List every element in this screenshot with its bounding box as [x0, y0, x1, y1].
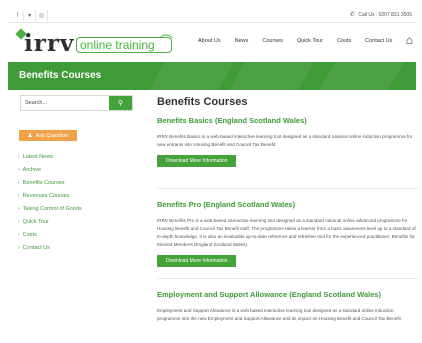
banner-title: Benefits Courses — [19, 70, 102, 81]
course-title[interactable]: Benefits Pro (England Scotland Wales) — [157, 200, 419, 209]
nav-quick-tour[interactable]: Quick Tour — [297, 38, 323, 44]
sidebar-item-benefits-courses[interactable]: › Benefits Courses — [18, 177, 82, 190]
course-item: Benefits Basics (England Scotland Wales)… — [157, 116, 419, 167]
ask-question-label: Ask Question — [35, 132, 69, 139]
sidebar-item-label: Contact Us — [22, 245, 50, 251]
nav-about-us[interactable]: About Us — [198, 38, 221, 44]
chevron-right-icon: › — [18, 232, 20, 238]
sidebar-item-latest-news[interactable]: › Latest News — [18, 151, 82, 164]
search-button[interactable]: ⚲ — [109, 96, 132, 110]
site-header: irrv online training ⌒ About Us News Cou… — [8, 24, 416, 61]
home-icon[interactable]: ⌂ — [406, 33, 413, 47]
search-icon: ⚲ — [117, 100, 124, 107]
download-info-button[interactable]: Download More Information — [157, 155, 237, 167]
chevron-right-icon: › — [18, 245, 20, 251]
sidebar-item-label: Costs — [22, 232, 37, 238]
twitter-icon[interactable]: ♥ — [24, 10, 36, 21]
call-us: ✆ Call Us : 0207 831 3505 — [350, 11, 412, 18]
social-links: f ♥ ◎ — [12, 10, 48, 21]
sidebar-item-costs[interactable]: › Costs — [18, 229, 82, 242]
chevron-right-icon: › — [18, 193, 20, 199]
sidebar-item-archive[interactable]: › Archive — [18, 164, 82, 177]
course-description: IRRV Benefits Pro is a web-based interac… — [157, 218, 416, 247]
course-item: Benefits Pro (England Scotland Wales) IR… — [157, 200, 419, 267]
sidebar-item-label: Latest News — [22, 154, 53, 160]
sidebar-item-label: Archive — [22, 167, 42, 173]
main-nav: About Us News Courses Quick Tour Costs C… — [198, 38, 406, 44]
course-item: Employment and Support Allowance (Englan… — [157, 290, 419, 323]
mortarboard-icon: ⌒ — [159, 34, 173, 49]
divider — [157, 278, 419, 279]
download-info-button[interactable]: Download More Information — [157, 255, 237, 267]
nav-contact-us[interactable]: Contact Us — [365, 38, 392, 44]
logo-sub-label: online training — [80, 38, 155, 52]
site-logo[interactable]: irrv online training ⌒ — [14, 28, 174, 58]
course-description: Employment and Support Allowance is a we… — [157, 308, 403, 321]
page-title: Benefits Courses — [157, 96, 248, 108]
chevron-right-icon: › — [18, 180, 20, 186]
sidebar: Search... ⚲ ♟ Ask Question › Latest News … — [8, 90, 145, 343]
divider — [157, 188, 419, 189]
banner-decoration — [132, 62, 244, 90]
instagram-icon[interactable]: ◎ — [36, 10, 48, 21]
sidebar-item-taking-control-of-goods[interactable]: › Taking Control of Goods — [18, 203, 82, 216]
call-us-text: Call Us : 0207 831 3505 — [358, 12, 412, 18]
banner-decoration — [302, 62, 414, 90]
search-input[interactable]: Search... — [25, 100, 47, 106]
sidebar-item-label: Taking Control of Goods — [22, 206, 82, 212]
chevron-right-icon: › — [18, 206, 20, 212]
logo-main-text: irrv — [24, 30, 75, 57]
sidebar-links: › Latest News › Archive › Benefits Courses … — [18, 151, 82, 255]
sidebar-item-label: Revenues Courses — [22, 193, 70, 199]
logo-sub-text: online training ⌒ — [76, 34, 173, 53]
chevron-right-icon: › — [18, 167, 20, 173]
nav-news[interactable]: News — [235, 38, 249, 44]
main-content: Benefits Courses Benefits Basics (Englan… — [157, 92, 419, 343]
course-title[interactable]: Benefits Basics (England Scotland Wales) — [157, 116, 419, 125]
facebook-icon[interactable]: f — [12, 10, 24, 21]
nav-courses[interactable]: Courses — [262, 38, 282, 44]
chevron-right-icon: › — [18, 219, 20, 225]
search-box: Search... ⚲ — [20, 95, 133, 111]
course-description: IRRV Benefits Basics is a web-based inte… — [157, 134, 413, 147]
sidebar-item-quick-tour[interactable]: › Quick Tour — [18, 216, 82, 229]
sidebar-item-label: Quick Tour — [22, 219, 49, 225]
page-banner: Benefits Courses — [8, 62, 416, 90]
nav-costs[interactable]: Costs — [337, 38, 351, 44]
top-utility-bar: f ♥ ◎ ✆ Call Us : 0207 831 3505 — [8, 8, 416, 23]
course-title[interactable]: Employment and Support Allowance (Englan… — [157, 290, 419, 299]
sidebar-item-label: Benefits Courses — [22, 180, 65, 186]
ask-question-button[interactable]: ♟ Ask Question — [19, 130, 77, 141]
chevron-right-icon: › — [18, 154, 20, 160]
user-icon: ♟ — [27, 132, 33, 139]
phone-icon: ✆ — [349, 12, 355, 18]
sidebar-item-contact-us[interactable]: › Contact Us — [18, 242, 82, 255]
sidebar-item-revenues-courses[interactable]: › Revenues Courses — [18, 190, 82, 203]
